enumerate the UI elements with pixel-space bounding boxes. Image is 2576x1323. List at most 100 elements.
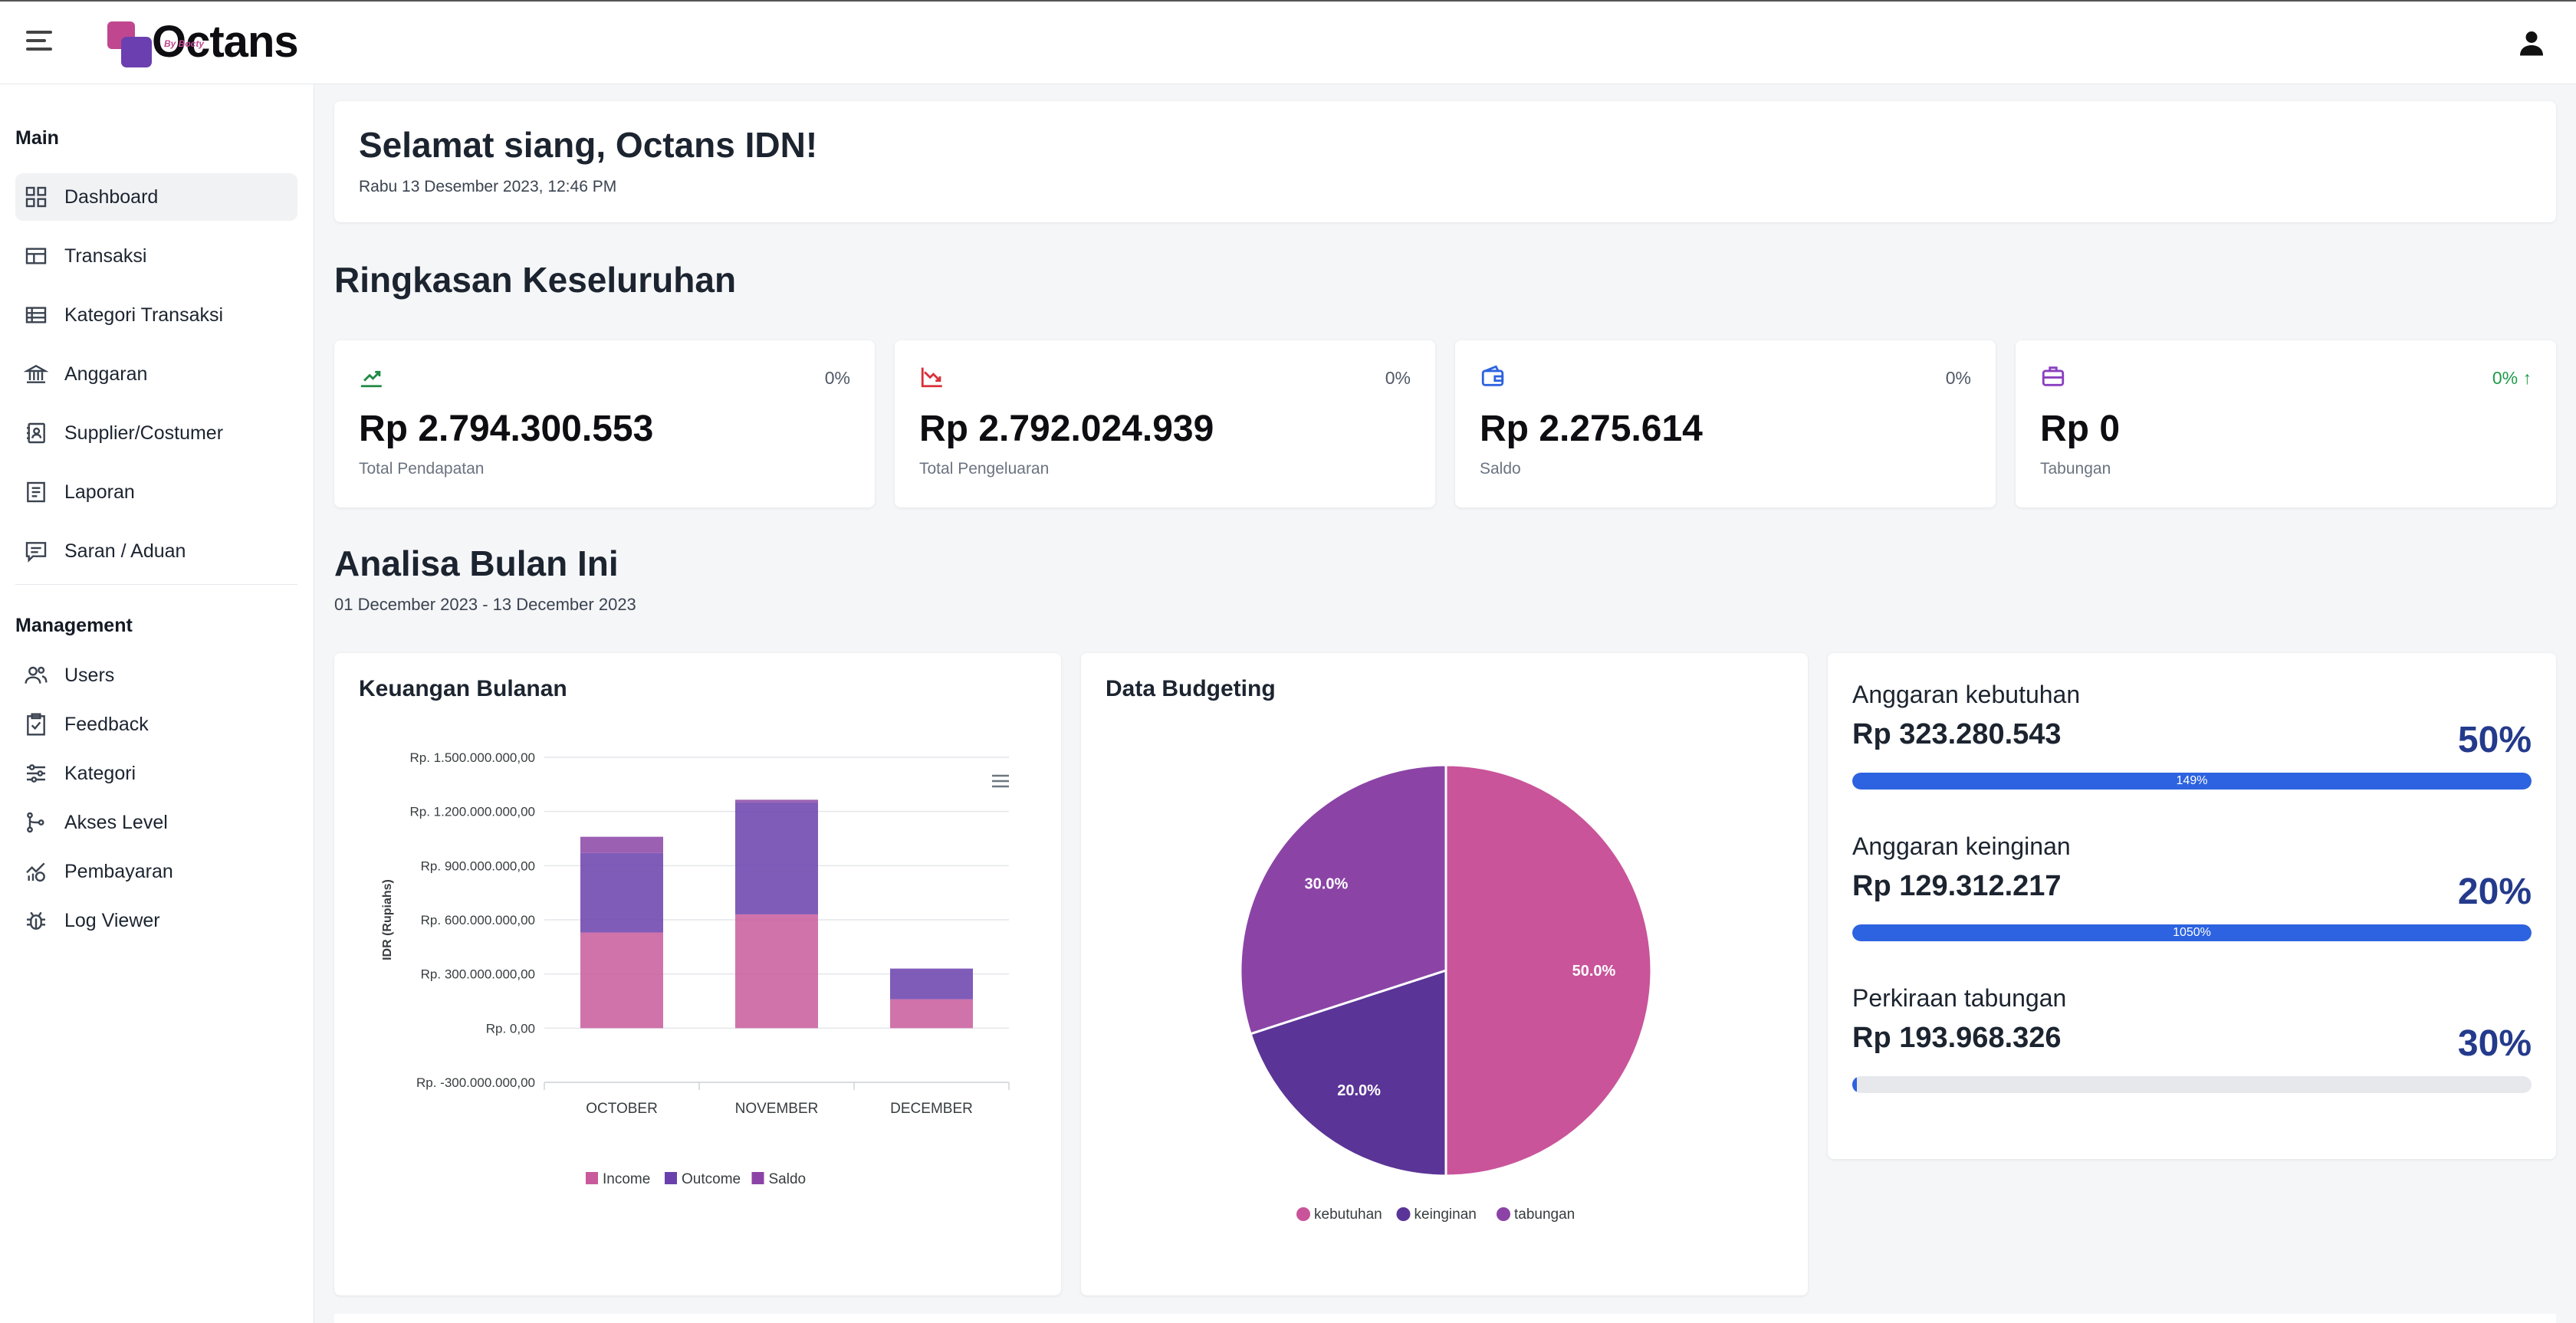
stat-percent: 0% ↑ (2492, 368, 2532, 388)
budget-progress: 1050% (1852, 924, 2532, 941)
y-axis-label: IDR (Rupiahs) (381, 879, 394, 960)
stat-percent: 0% (824, 368, 850, 388)
clipboard-icon (23, 711, 49, 737)
budget-percent: 20% (2457, 872, 2532, 912)
legend-label: Income (603, 1171, 650, 1187)
legend-swatch (1497, 1207, 1510, 1221)
sidebar-item-label: Log Viewer (64, 909, 160, 931)
sidebar-item-log-viewer[interactable]: Log Viewer (15, 897, 297, 944)
budget-progress-fill: 1050% (1852, 924, 2532, 941)
budget-value: Rp 323.280.543 (1852, 718, 2062, 750)
sidebar-item-feedback[interactable]: Feedback (15, 701, 297, 748)
sidebar-item-saran-aduan[interactable]: Saran / Aduan (15, 527, 297, 575)
wallet-icon (1481, 365, 1504, 386)
analysis-title: Analisa Bulan Ini (334, 543, 619, 583)
budget-percent: 30% (2457, 1023, 2532, 1064)
stat-label: Total Pendapatan (359, 460, 485, 478)
message-icon (23, 538, 49, 564)
bar-saldo (735, 799, 818, 803)
budget-item-keinginan: Anggaran keinginan Rp 129.312.217 20% 10… (1852, 832, 2532, 941)
x-tick-label: OCTOBER (586, 1101, 658, 1117)
budgeting-card: Data Budgeting 50.0% 20.0% 30.0% kebutuhan k… (1081, 653, 1808, 1295)
sidebar-item-laporan[interactable]: Laporan (15, 468, 297, 516)
stat-value: Rp 0 (2040, 409, 2121, 449)
budget-item-kebutuhan: Anggaran kebutuhan Rp 323.280.543 50% 14… (1852, 681, 2532, 790)
y-tick-label: Rp. 1.500.000.000,00 (409, 750, 535, 765)
bar-saldo (580, 836, 663, 853)
sidebar-item-label: Supplier/Costumer (64, 422, 224, 444)
sidebar-item-label: Kategori (64, 762, 136, 784)
sidebar-item-kategori[interactable]: Kategori (15, 750, 297, 797)
stat-label: Saldo (1480, 460, 1521, 478)
legend-swatch (751, 1172, 764, 1184)
contacts-icon (23, 420, 49, 446)
pie-slice-kebutuhan (1444, 763, 1653, 1177)
pie-data-label: 30.0% (1305, 876, 1349, 893)
budget-title: Anggaran kebutuhan (1852, 681, 2081, 708)
next-card-edge (334, 1314, 2556, 1323)
sidebar-item-transaksi[interactable]: Transaksi (15, 232, 297, 280)
sidebar-item-label: Feedback (64, 713, 149, 735)
legend-label: Outcome (682, 1171, 741, 1187)
monthly-finance-card: Keuangan Bulanan Rp. 1.500.000.000,00 Rp.… (334, 653, 1061, 1295)
legend-label: keinginan (1414, 1206, 1477, 1223)
y-tick-label: Rp. 0,00 (486, 1021, 535, 1036)
budget-value: Rp 129.312.217 (1852, 870, 2062, 902)
budget-item-tabungan: Perkiraan tabungan Rp 193.968.326 30% (1852, 984, 2532, 1093)
stat-label: Tabungan (2040, 460, 2111, 478)
bar-outcome (890, 968, 973, 1000)
bank-icon (23, 361, 49, 387)
chart-menu-icon[interactable] (992, 774, 1009, 788)
report-icon (23, 479, 49, 505)
bar-outcome (735, 802, 818, 914)
trending-down-icon (921, 367, 942, 388)
legend-label: tabungan (1514, 1206, 1575, 1223)
bar-income (890, 999, 973, 1029)
stat-value: Rp 2.275.614 (1480, 409, 1703, 449)
logo-mark (107, 20, 155, 67)
trending-up-icon (360, 370, 382, 388)
sidebar-item-supplier[interactable]: Supplier/Costumer (15, 409, 297, 457)
sidebar-item-anggaran[interactable]: Anggaran (15, 350, 297, 398)
sidebar-item-dashboard[interactable]: Dashboard (15, 173, 297, 221)
user-icon[interactable] (2518, 29, 2545, 57)
stat-label: Total Pengeluaran (919, 460, 1050, 478)
sidebar-item-kategori-transaksi[interactable]: Kategori Transaksi (15, 291, 297, 339)
x-tick-label: NOVEMBER (735, 1101, 819, 1117)
bug-icon (23, 908, 49, 934)
stat-value: Rp 2.792.024.939 (919, 409, 1214, 449)
sidebar: Main Dashboard Transaksi Kategori Transa… (0, 84, 314, 1323)
legend-swatch (1296, 1207, 1310, 1221)
pie-data-label: 50.0% (1572, 963, 1616, 980)
bar-income (580, 932, 663, 1029)
budget-progress: 149% (1852, 773, 2532, 790)
legend-swatch (665, 1172, 677, 1184)
stat-value: Rp 2.794.300.553 (359, 409, 654, 449)
sidebar-item-label: Laporan (64, 481, 135, 503)
legend-swatch (1396, 1207, 1411, 1221)
dashboard-icon (23, 184, 49, 210)
stat-card-pengeluaran: 0% Rp 2.792.024.939 Total Pengeluaran (895, 340, 1435, 507)
sidebar-item-label: Transaksi (64, 245, 147, 267)
sidebar-item-pembayaran[interactable]: Pembayaran (15, 848, 297, 895)
logo-subtitle: By Bocty (164, 38, 205, 49)
sidebar-divider (15, 584, 297, 585)
budget-progress (1852, 1076, 2532, 1093)
legend-swatch (586, 1172, 598, 1184)
payment-icon (23, 858, 49, 885)
sidebar-item-label: Dashboard (64, 185, 159, 208)
sidebar-item-users[interactable]: Users (15, 652, 297, 699)
greeting-card: Selamat siang, Octans IDN! Rabu 13 Desem… (334, 101, 2556, 222)
stat-card-saldo: 0% Rp 2.275.614 Saldo (1455, 340, 1996, 507)
sidebar-item-label: Users (64, 664, 115, 686)
budget-percent: 50% (2457, 720, 2532, 760)
sliders-icon (23, 760, 49, 786)
budget-progress-fill: 149% (1852, 773, 2532, 790)
y-tick-label: Rp. 600.000.000,00 (421, 913, 535, 927)
sidebar-item-akses-level[interactable]: Akses Level (15, 799, 297, 846)
list-table-icon (23, 302, 49, 328)
sidebar-item-label: Kategori Transaksi (64, 304, 224, 326)
y-tick-label: Rp. 900.000.000,00 (421, 858, 535, 873)
y-tick-label: Rp. 300.000.000,00 (421, 967, 535, 982)
menu-icon[interactable] (26, 31, 52, 54)
